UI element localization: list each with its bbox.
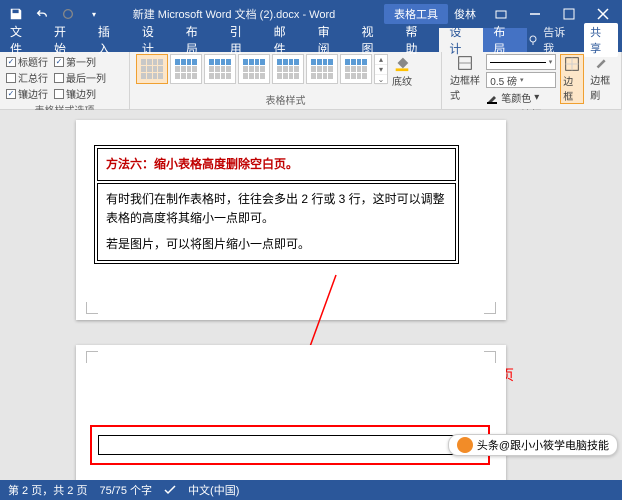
group-style-options: ✓标题行 ✓第一列 汇总行 最后一列 ✓镶边行 镶边列 表格样式选项 [0,52,130,109]
tab-file[interactable]: 文件 [0,28,44,52]
save-icon[interactable] [6,4,26,24]
tab-mailings[interactable]: 邮件 [264,28,308,52]
page-2 [76,345,506,480]
tab-references[interactable]: 引用 [220,28,264,52]
tab-table-layout[interactable]: 布局 [483,28,527,52]
table-body-2: 若是图片，可以将图片缩小一点即可。 [106,235,447,254]
ribbon: ✓标题行 ✓第一列 汇总行 最后一列 ✓镶边行 镶边列 表格样式选项 ▴▾⌄ [0,52,622,110]
border-line-style[interactable]: ▾ [486,54,556,70]
redo-icon[interactable] [58,4,78,24]
tab-home[interactable]: 开始 [44,28,88,52]
table-style-item[interactable] [238,54,270,84]
lightbulb-icon [527,34,539,46]
tab-view[interactable]: 视图 [352,28,396,52]
page-corner [484,302,496,314]
group-borders: 边框样式 ▾ 0.5 磅▾ 笔颜色▾ 边框 边框刷 边框 [442,52,622,109]
table-style-item[interactable] [306,54,338,84]
spell-check-icon[interactable] [164,484,176,496]
group-table-styles: ▴▾⌄ 底纹 表格样式 [130,52,442,109]
borders-icon [563,55,581,73]
tab-design-main[interactable]: 设计 [132,28,176,52]
page-corner [484,351,496,363]
table-title: 方法六：缩小表格高度删除空白页。 [106,157,298,171]
word-count[interactable]: 75/75 个字 [99,482,152,498]
border-painter-button[interactable]: 边框刷 [588,54,615,102]
checkbox-banded-rows[interactable]: ✓镶边行 [6,86,48,101]
page-1: 方法六：缩小表格高度删除空白页。 有时我们在制作表格时，往往会多出 2 行或 3… [76,120,506,320]
checkbox-first-column[interactable]: ✓第一列 [54,54,96,69]
status-bar: 第 2 页，共 2 页 75/75 个字 中文(中国) [0,480,622,500]
table-style-item[interactable] [136,54,168,84]
tab-help[interactable]: 帮助 [395,28,439,52]
checkbox-total-row[interactable]: 汇总行 [6,70,48,85]
document-table[interactable]: 方法六：缩小表格高度删除空白页。 有时我们在制作表格时，往往会多出 2 行或 3… [94,145,459,264]
pen-color-button[interactable]: 笔颜色▾ [486,90,556,105]
page-corner [86,351,98,363]
annotation-highlight-box [90,425,490,465]
qat-customize-icon[interactable]: ▾ [84,4,104,24]
tab-layout-main[interactable]: 布局 [176,28,220,52]
pen-icon [486,92,498,104]
tell-me-search[interactable]: 告诉我 [527,24,584,56]
tab-insert[interactable]: 插入 [88,28,132,52]
undo-icon[interactable] [32,4,52,24]
bucket-icon [392,54,412,72]
table-style-item[interactable] [204,54,236,84]
brush-icon [593,54,611,72]
ribbon-tabs: 文件 开始 插入 设计 布局 引用 邮件 审阅 视图 帮助 设计 布局 告诉我 … [0,28,622,52]
tab-table-design[interactable]: 设计 [439,28,483,52]
shading-button[interactable]: 底纹 [390,54,414,88]
empty-table[interactable] [98,435,482,455]
border-styles-button[interactable]: 边框样式 [448,54,482,102]
document-title: 新建 Microsoft Word 文档 (2).docx - Word [104,6,364,22]
border-weight[interactable]: 0.5 磅▾ [486,72,556,88]
page-corner [86,302,98,314]
table-style-item[interactable] [170,54,202,84]
tab-review[interactable]: 审阅 [308,28,352,52]
checkbox-last-column[interactable]: 最后一列 [54,70,106,85]
checkbox-header-row[interactable]: ✓标题行 [6,54,48,69]
table-styles-more[interactable]: ▴▾⌄ [374,54,388,84]
user-name[interactable]: 俊林 [448,6,482,22]
language-indicator[interactable]: 中文(中国) [188,482,239,498]
borders-button[interactable]: 边框 [560,54,584,104]
table-style-item[interactable] [272,54,304,84]
border-style-icon [456,54,474,72]
watermark-badge: 头条@跟小小筱学电脑技能 [448,434,618,456]
document-canvas[interactable]: 方法六：缩小表格高度删除空白页。 有时我们在制作表格时，往往会多出 2 行或 3… [0,110,622,480]
table-style-item[interactable] [340,54,372,84]
checkbox-banded-cols[interactable]: 镶边列 [54,86,96,101]
page-indicator[interactable]: 第 2 页，共 2 页 [8,482,87,498]
table-body: 有时我们在制作表格时，往往会多出 2 行或 3 行，这时可以调整表格的高度将其缩… [106,190,447,228]
avatar-icon [457,437,473,453]
group-label: 表格样式 [136,91,435,107]
contextual-tab-label: 表格工具 [384,4,448,24]
